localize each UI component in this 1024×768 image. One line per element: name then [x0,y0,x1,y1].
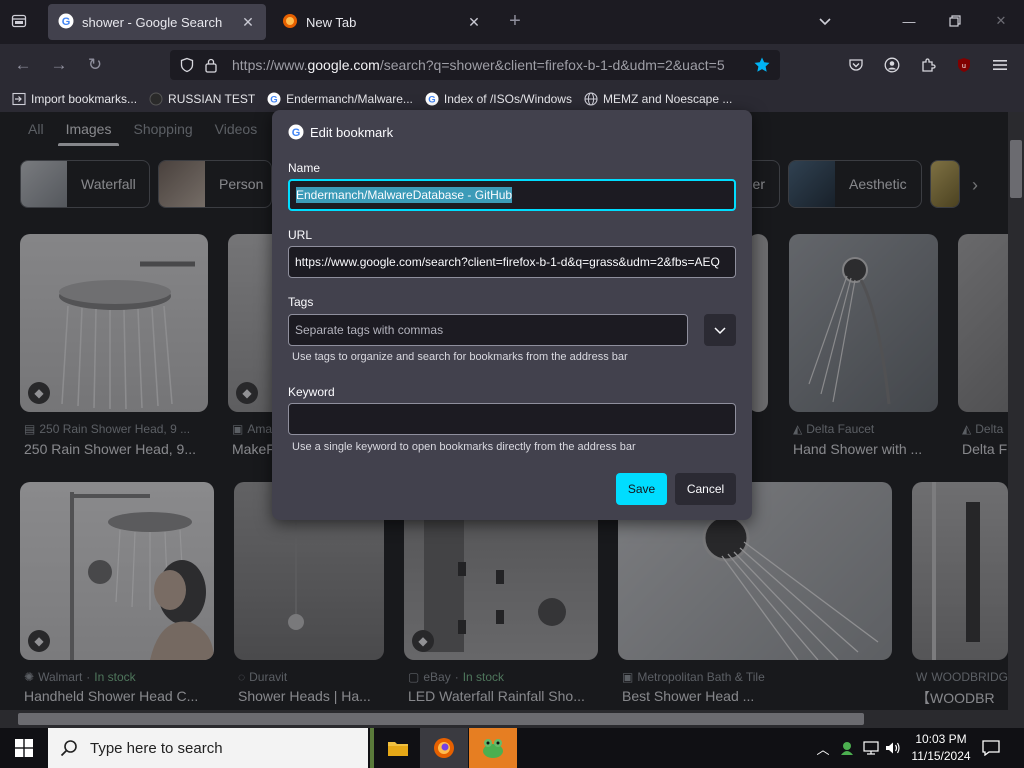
taskbar-clock[interactable]: 10:03 PM 11/15/2024 [898,731,984,765]
import-icon [12,92,26,106]
tab-title: New Tab [306,14,357,30]
name-label: Name [288,161,321,175]
keyword-input[interactable] [288,403,736,435]
show-hidden-icons-chevron-icon[interactable]: ︿ [812,736,834,760]
bookmark-import[interactable]: Import bookmarks... [12,92,137,106]
tab-title: shower - Google Search [82,14,223,30]
name-value: Endermanch/MalwareDatabase - GitHub [296,187,513,203]
navigation-toolbar: ← → ↻ https://www.google.com/search?q=sh… [0,44,1024,105]
google-icon: G [58,13,74,32]
hamburger-menu-icon[interactable] [989,54,1011,76]
bookmark-label: RUSSIAN TEST [168,92,256,106]
bookmark-label: MEMZ and Noescape ... [602,92,733,106]
url-value: https://www.google.com/search?client=fir… [295,255,720,269]
bookmark-endermanch[interactable]: G Endermanch/Malware... [267,92,413,106]
firefox-icon [434,738,454,758]
vertical-scrollbar[interactable] [1008,112,1024,710]
google-icon: G [288,124,304,140]
url-domain: google.com [307,57,380,73]
file-explorer-button[interactable] [374,728,422,768]
minimize-window-icon[interactable]: — [898,10,920,32]
forward-arrow-icon[interactable]: → [48,54,70,76]
bookmark-label: Import bookmarks... [31,92,138,106]
bookmark-label: Endermanch/Malware... [286,92,413,106]
firefox-view-icon[interactable] [8,10,30,32]
ublock-extension-icon[interactable]: u [953,54,975,76]
tags-hint: Use tags to organize and search for book… [292,351,628,363]
reload-icon[interactable]: ↻ [84,54,106,76]
firefox-tab-icon [282,13,298,32]
svg-text:G: G [292,127,301,139]
url-text[interactable]: https://www.google.com/search?q=shower&c… [232,57,750,73]
tags-label: Tags [288,295,314,309]
globe-icon [584,92,598,106]
network-icon[interactable] [860,736,882,760]
bookmarks-toolbar: Import bookmarks... RUSSIAN TEST G Ender… [0,86,1024,112]
svg-text:G: G [270,95,277,106]
frog-app-icon [483,739,503,758]
bookmark-isos-windows[interactable]: G Index of /ISOs/Windows [425,92,572,106]
keyword-label: Keyword [288,385,335,399]
tab-shower-google-search[interactable]: G shower - Google Search ✕ [48,4,266,40]
dialog-title: Edit bookmark [310,124,394,140]
search-icon [60,740,77,757]
url-input[interactable]: https://www.google.com/search?client=fir… [288,246,736,278]
google-icon: G [267,92,281,106]
taskbar-search-box[interactable]: Type here to search [48,728,368,768]
tags-placeholder: Separate tags with commas [295,323,444,337]
bookmark-memz[interactable]: MEMZ and Noescape ... [584,92,732,106]
dialog-header: G Edit bookmark [288,124,393,140]
name-input[interactable]: Endermanch/MalwareDatabase - GitHub [288,179,736,211]
close-tab-icon[interactable]: ✕ [466,14,482,30]
cancel-button[interactable]: Cancel [675,473,736,505]
horizontal-scrollbar-thumb[interactable] [18,713,864,725]
clock-time: 10:03 PM [915,732,967,746]
svg-text:u: u [962,63,966,70]
search-placeholder: Type here to search [90,739,223,757]
google-icon: G [425,92,439,106]
firefox-taskbar-button[interactable] [420,728,468,768]
new-tab-plus-icon[interactable]: + [504,10,526,32]
lock-icon[interactable] [200,54,222,76]
tags-input[interactable]: Separate tags with commas [288,314,688,346]
url-prefix: https://www. [232,57,308,73]
windows-taskbar: Type here to search ︿ 10:03 PM 11/15/202… [0,728,1024,768]
notifications-icon[interactable] [980,736,1002,760]
restore-window-icon[interactable] [944,10,966,32]
save-button[interactable]: Save [616,473,667,505]
pocket-icon[interactable] [845,54,867,76]
vertical-scrollbar-thumb[interactable] [1010,140,1022,198]
edit-bookmark-dialog: G Edit bookmark Name Endermanch/MalwareD… [272,110,752,520]
bookmark-label: Index of /ISOs/Windows [443,92,572,106]
tab-strip: G shower - Google Search ✕ New Tab ✕ + —… [0,0,1024,44]
tab-new-tab[interactable]: New Tab ✕ [272,4,492,40]
folder-icon [388,742,408,756]
svg-text:G: G [62,16,71,28]
tray-app-icon[interactable] [836,736,858,760]
address-bar[interactable]: https://www.google.com/search?q=shower&c… [170,50,780,80]
back-arrow-icon[interactable]: ← [12,54,34,76]
globe-dark-icon [149,92,163,106]
windows-logo-icon [15,739,33,757]
svg-text:G: G [428,95,435,106]
account-icon[interactable] [881,54,903,76]
tracking-shield-icon[interactable] [176,54,198,76]
close-tab-icon[interactable]: ✕ [240,14,256,30]
active-app-taskbar-button[interactable] [469,728,517,768]
extensions-puzzle-icon[interactable] [917,54,939,76]
close-window-icon[interactable]: ✕ [990,10,1012,32]
bookmark-russian-test[interactable]: RUSSIAN TEST [149,92,255,106]
windows-start-button[interactable] [0,728,48,768]
tags-expander-button[interactable] [704,314,736,346]
bookmark-star-icon[interactable] [750,53,774,77]
chevron-down-icon [714,327,726,335]
clock-date: 11/15/2024 [911,749,971,763]
list-all-tabs-chevron-icon[interactable] [814,10,836,32]
url-label: URL [288,228,313,242]
keyword-hint: Use a single keyword to open bookmarks d… [292,441,636,453]
url-path: /search?q=shower&client=firefox-b-1-d&ud… [379,57,725,73]
